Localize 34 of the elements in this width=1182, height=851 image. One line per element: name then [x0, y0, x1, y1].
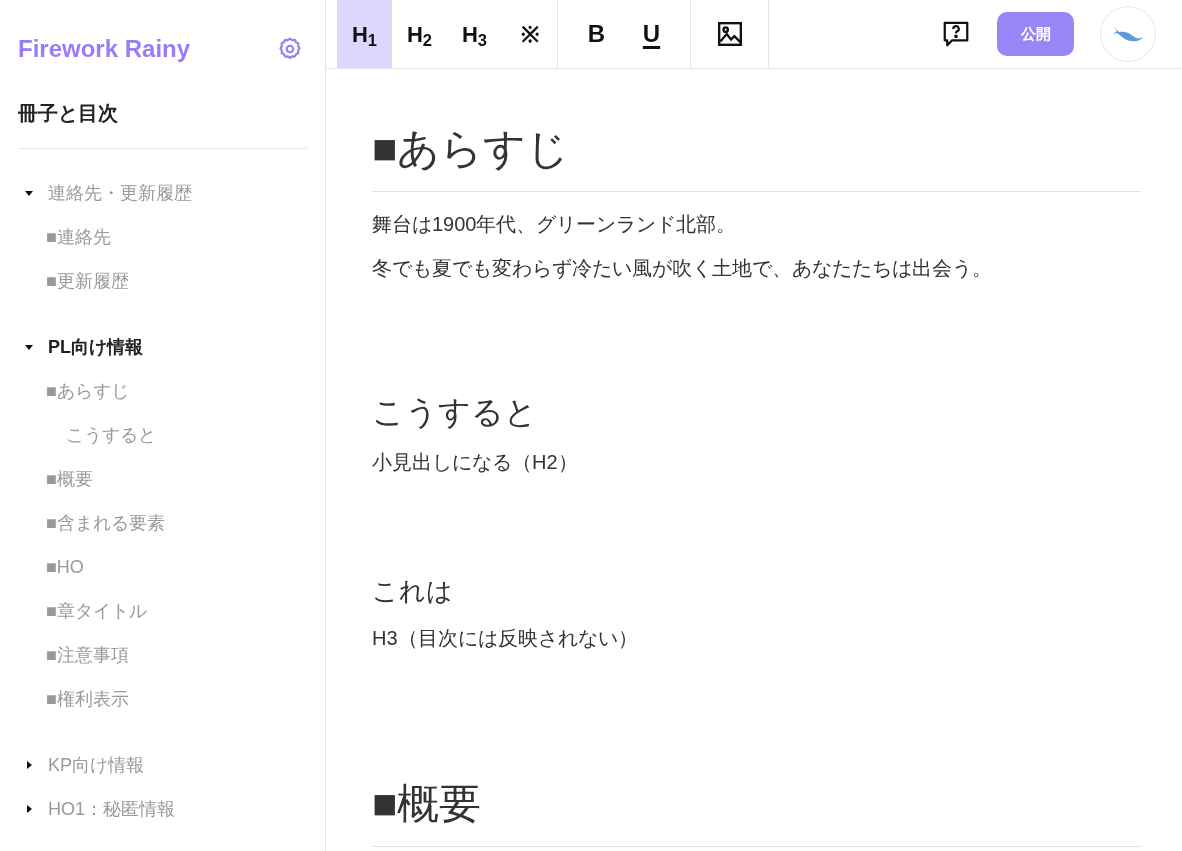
heading: ■あらすじ — [372, 119, 1141, 192]
toc-item[interactable]: ■含まれる要素 — [18, 501, 307, 545]
paragraph: 舞台は1900年代、グリーンランド北部。 — [372, 212, 738, 237]
heading: ■概要 — [372, 774, 1141, 847]
caret-icon — [24, 760, 34, 770]
minor-heading: これは — [372, 575, 454, 608]
image-icon — [716, 21, 743, 47]
paragraph: 冬でも夏でも変わらず冷たい風が吹く土地で、あなたたちは出会う。 — [372, 256, 993, 281]
help-icon[interactable] — [941, 19, 971, 49]
format-button[interactable]: H$_{1}$ — [337, 0, 392, 68]
avatar-button[interactable] — [1100, 6, 1156, 62]
toc-subitem[interactable]: こうすると — [18, 413, 307, 457]
subheading: こうすると — [372, 393, 538, 432]
paragraph: 小見出しになる（H2） — [372, 450, 579, 475]
app-title: Firework Rainy — [18, 34, 191, 64]
toc-group[interactable]: HO1：秘匿情報 — [18, 787, 307, 831]
toc-group[interactable]: KP向け情報 — [18, 743, 307, 787]
publish-button[interactable]: 公開 — [997, 12, 1074, 56]
paragraph: H3（目次には反映されない） — [372, 626, 639, 651]
toc-item[interactable]: ■HO — [18, 545, 307, 589]
toc-item[interactable]: ■連絡先 — [18, 215, 307, 259]
toc-group[interactable]: 連絡先・更新履歴 — [18, 171, 307, 215]
toc-item[interactable]: ■あらすじ — [18, 369, 307, 413]
toc-item[interactable]: ■更新履歴 — [18, 259, 307, 303]
toc-item[interactable]: ■概要 — [18, 457, 307, 501]
toc-item[interactable]: ■章タイトル — [18, 589, 307, 633]
section-title: 冊子と目次 — [18, 102, 118, 124]
toc-group[interactable]: PL向け情報 — [18, 325, 307, 369]
toc-item[interactable]: ■権利表示 — [18, 677, 307, 721]
settings-icon[interactable] — [277, 36, 303, 62]
caret-icon — [24, 804, 34, 814]
caret-icon — [24, 342, 34, 352]
toc-item[interactable]: ■注意事項 — [18, 633, 307, 677]
caret-icon — [24, 188, 34, 198]
